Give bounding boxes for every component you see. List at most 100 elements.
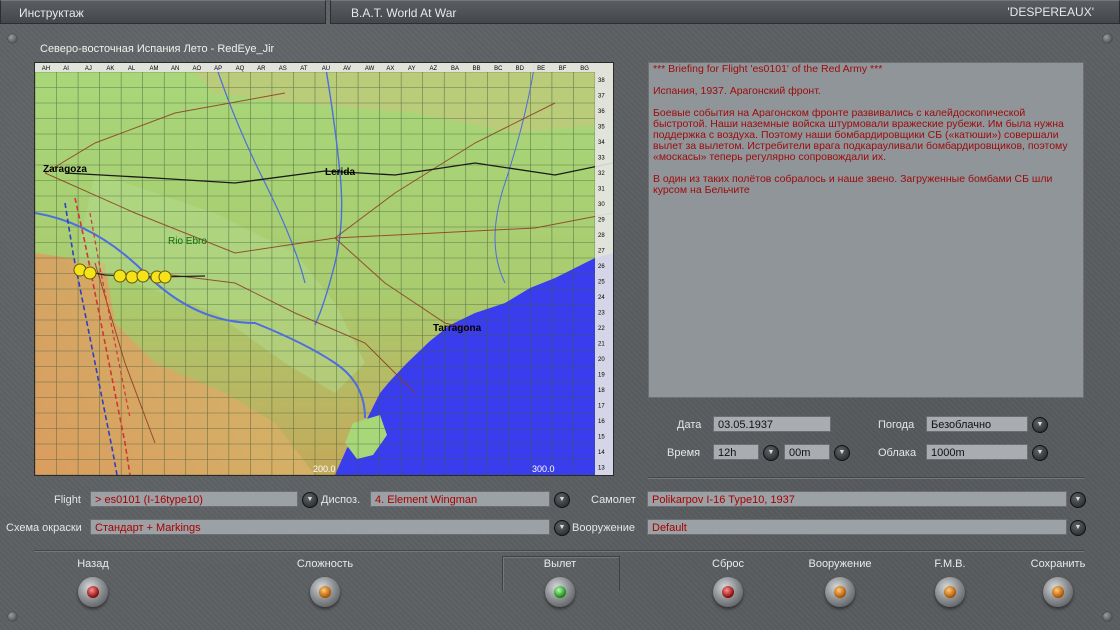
map-row-label: 17: [598, 403, 605, 409]
map-column-label: AV: [343, 66, 351, 72]
flight-select[interactable]: > es0101 (I-16type10): [90, 491, 298, 507]
map-row-label: 25: [598, 279, 605, 285]
briefing-header: *** Briefing for Flight 'es0101' of the …: [653, 63, 883, 75]
map-row-label: 22: [598, 326, 605, 332]
map-row-label: 34: [598, 140, 605, 146]
map-column-label: BF: [559, 66, 567, 72]
scale-label-300: 300.0: [532, 464, 555, 474]
map-row-label: 31: [598, 186, 605, 192]
map-column-label: BB: [473, 66, 481, 72]
lamp-orange-icon: [944, 586, 956, 598]
reset-button[interactable]: [713, 577, 743, 607]
fly-button-label: Вылет: [543, 558, 577, 570]
date-label: Дата: [677, 419, 702, 431]
map-row-label: 37: [598, 93, 605, 99]
dispos-select[interactable]: 4. Element Wingman: [370, 491, 550, 507]
map-title: Северо-восточная Испания Лето - RedEye_J…: [40, 43, 275, 55]
lamp-orange-icon: [319, 586, 331, 598]
mission-map[interactable]: AH AI AJ AK AL AM AN AO AP AQ AR AS AT AU AV AW AX AY AZ BA…: [34, 62, 614, 476]
plane-select[interactable]: Polikarpov I-16 Type10, 1937: [647, 491, 1067, 507]
city-lerida: Lerida: [325, 167, 355, 178]
map-row-label: 15: [598, 434, 605, 440]
scale-label-200: 200.0: [313, 464, 336, 474]
skin-select[interactable]: Стандарт + Markings: [90, 519, 550, 535]
lamp-red-icon: [722, 586, 734, 598]
lamp-green-icon: [554, 586, 566, 598]
time-hours-select[interactable]: 12h: [713, 444, 759, 460]
date-field[interactable]: 03.05.1937: [713, 416, 831, 432]
difficulty-button[interactable]: [310, 577, 340, 607]
map-row-label: 14: [598, 450, 605, 456]
time-minutes-dropdown-icon[interactable]: ▼: [834, 445, 850, 461]
map-column-label: BE: [537, 66, 545, 72]
map-row-label: 27: [598, 248, 605, 254]
dispos-dropdown-icon[interactable]: ▼: [554, 492, 570, 508]
map-column-label: AQ: [236, 66, 245, 72]
back-button-label: Назад: [77, 558, 109, 570]
map-column-label: AN: [171, 66, 179, 72]
map-column-label: AM: [149, 66, 158, 72]
weapons-dropdown-icon[interactable]: ▼: [1070, 520, 1086, 536]
plane-dropdown-icon[interactable]: ▼: [1070, 492, 1086, 508]
river-label-ebro: Rio Ebro: [168, 236, 207, 247]
screen-title: Инструктаж: [0, 0, 326, 24]
time-hours-dropdown-icon[interactable]: ▼: [763, 445, 779, 461]
bolt-icon: [8, 34, 17, 43]
map-row-label: 32: [598, 171, 605, 177]
divider: [648, 477, 1084, 478]
lamp-orange-icon: [834, 586, 846, 598]
map-row-label: 21: [598, 341, 605, 347]
map-row-label: 20: [598, 357, 605, 363]
waypoint-marker: [113, 269, 127, 283]
bolt-icon: [1103, 34, 1112, 43]
map-column-label: AI: [63, 66, 69, 72]
waypoint-marker: [158, 270, 172, 284]
loadout-button[interactable]: [825, 577, 855, 607]
bolt-icon: [8, 612, 17, 621]
briefing-paragraph-2: В один из таких полётов собралось и наше…: [653, 173, 1053, 196]
clouds-label: Облака: [878, 447, 917, 459]
skin-dropdown-icon[interactable]: ▼: [554, 520, 570, 536]
map-column-label: BG: [580, 66, 589, 72]
city-tarragona: Tarragona: [433, 323, 482, 334]
clouds-select[interactable]: 1000m: [926, 444, 1028, 460]
plane-label: Самолет: [591, 494, 636, 506]
map-row-label: 38: [598, 78, 605, 84]
top-bar: Инструктаж B.A.T. World At War 'DESPEREA…: [0, 0, 1120, 26]
map-column-label: AW: [365, 66, 375, 72]
map-row-label: 26: [598, 264, 605, 270]
map-column-label: AZ: [429, 66, 437, 72]
back-button[interactable]: [78, 577, 108, 607]
map-row-label: 30: [598, 202, 605, 208]
map-column-label: AL: [128, 66, 136, 72]
map-row-label: 36: [598, 109, 605, 115]
time-minutes-select[interactable]: 00m: [784, 444, 830, 460]
flight-dropdown-icon[interactable]: ▼: [302, 492, 318, 508]
clouds-dropdown-icon[interactable]: ▼: [1032, 445, 1048, 461]
map-column-label: AK: [106, 66, 114, 72]
skin-label: Схема окраски: [6, 522, 82, 534]
map-column-label: AU: [322, 66, 330, 72]
fly-button[interactable]: [545, 577, 575, 607]
save-button[interactable]: [1043, 577, 1073, 607]
briefing-line1: Испания, 1937. Арагонский фронт.: [653, 85, 821, 97]
map-row-label: 16: [598, 419, 605, 425]
weather-dropdown-icon[interactable]: ▼: [1032, 417, 1048, 433]
fmb-button-label: F.M.B.: [934, 558, 966, 570]
dispos-label: Диспоз.: [321, 494, 361, 506]
map-column-label: AS: [279, 66, 287, 72]
map-column-label: AH: [42, 66, 50, 72]
save-button-label: Сохранить: [1030, 558, 1086, 570]
reset-button-label: Сброс: [712, 558, 744, 570]
map-column-label: BA: [451, 66, 459, 72]
fmb-button[interactable]: [935, 577, 965, 607]
map-row-label: 18: [598, 388, 605, 394]
city-zaragoza: Zaragoza: [43, 164, 87, 175]
map-column-label: AP: [214, 66, 222, 72]
map-row-label: 23: [598, 310, 605, 316]
weather-select[interactable]: Безоблачно: [926, 416, 1028, 432]
weapons-select[interactable]: Default: [647, 519, 1067, 535]
map-row-label: 24: [598, 295, 605, 301]
weather-label: Погода: [878, 419, 915, 431]
briefing-text-panel[interactable]: *** Briefing for Flight 'es0101' of the …: [648, 62, 1084, 398]
